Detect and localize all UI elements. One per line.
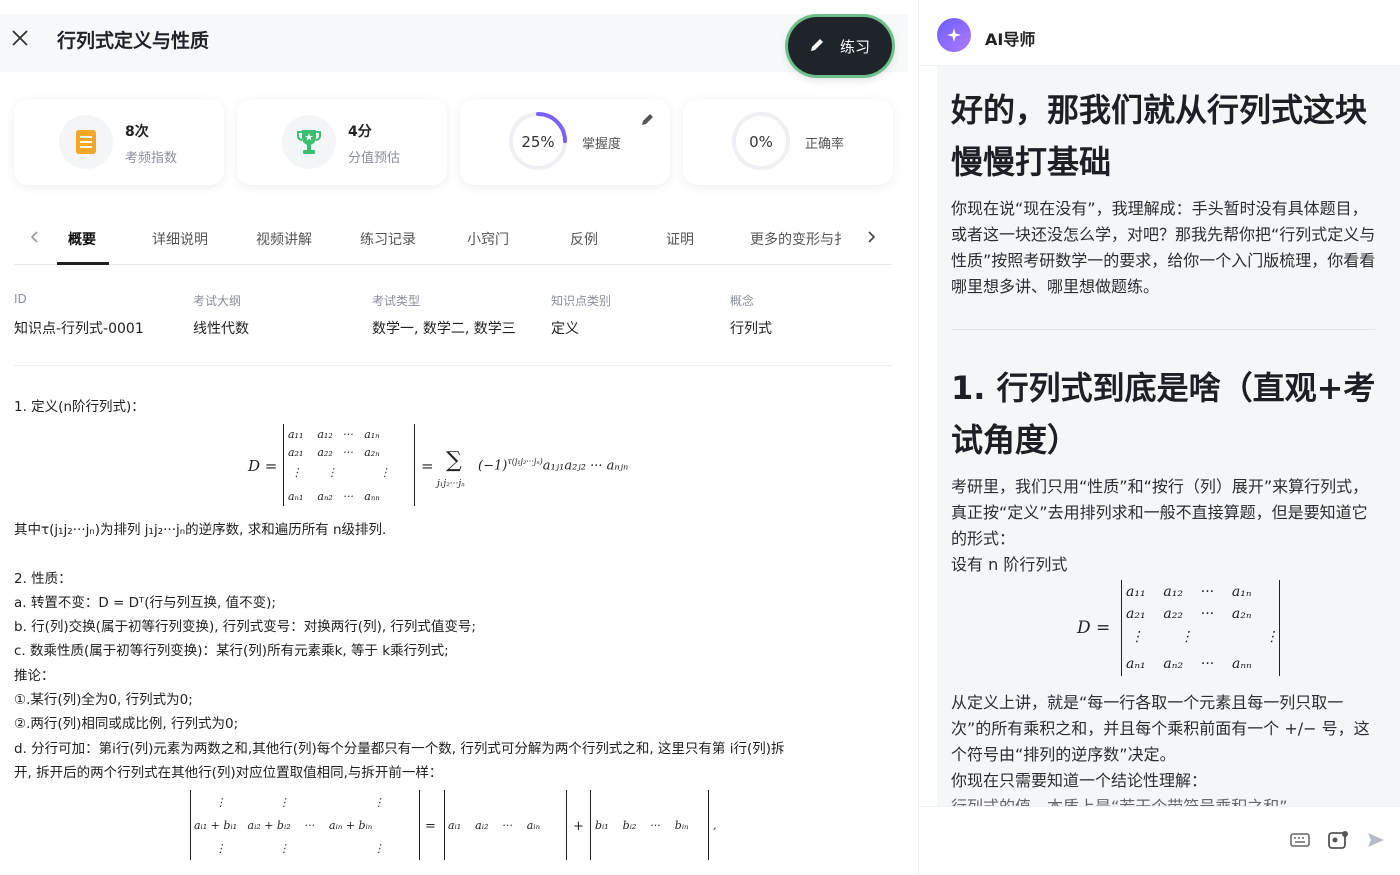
tab-practice-record[interactable]: 练习记录: [360, 229, 416, 249]
corollary-2: ②.两行(列)相同或成比例, 行列式为0;: [14, 716, 239, 732]
pencil-icon: [811, 39, 823, 51]
stat-card-accuracy: 0% 正确率: [683, 99, 893, 185]
tab-proof[interactable]: 证明: [666, 229, 694, 249]
property-c: c. 数乘性质(属于初等行列变换)：某行(列)所有元素乘k, 等于 k乘行列式;: [14, 643, 449, 659]
close-icon[interactable]: [10, 28, 30, 48]
ai-tutor-panel: AI导师 好的，那我们就从行列式这块慢慢打基础 你现在说“现在没有”，我理解成：…: [918, 0, 1400, 875]
tab-tips[interactable]: 小窍门: [467, 229, 509, 249]
chat-message: 好的，那我们就从行列式这块慢慢打基础 你现在说“现在没有”，我理解成：手头暂时没…: [937, 66, 1400, 806]
meta-value-exam-type: 数学一, 数学二, 数学三: [372, 321, 516, 337]
meta-value-concept: 行列式: [730, 321, 772, 337]
practice-button-label: 练习: [840, 38, 871, 56]
trophy-icon: [297, 130, 321, 154]
properties-title: 2. 性质：: [14, 571, 72, 587]
meta-key-syllabus: 考试大纲: [193, 294, 242, 308]
chat-paragraph-4: 你现在只需要知道一个结论性理解：: [951, 771, 1208, 790]
meta-key-id: ID: [14, 292, 27, 306]
tab-details[interactable]: 详细说明: [152, 229, 208, 249]
chat-paragraph-2: 考研里，我们只用“性质”和“按行（列）展开”来算行列式，真正按“定义”去用排列求…: [951, 477, 1369, 548]
meta-value-category: 定义: [551, 321, 579, 337]
tab-bar: 概要 详细说明 视频讲解 练习记录 小窍门 反例 证明 更多的变形与扌: [14, 218, 892, 265]
ai-tutor-header: AI导师: [919, 0, 1400, 66]
mastery-value: 25%: [521, 133, 555, 151]
image-upload-icon[interactable]: [1327, 829, 1349, 851]
score-label: 分值预估: [348, 151, 401, 166]
meta-key-exam-type: 考试类型: [372, 294, 421, 308]
tab-counterexample[interactable]: 反例: [570, 229, 598, 249]
chevron-left-icon[interactable]: [28, 230, 42, 244]
ai-tutor-name: AI导师: [985, 30, 1036, 49]
edit-pencil-icon[interactable]: [640, 111, 656, 127]
corollary-1: ①.某行(列)全为0, 行列式为0;: [14, 692, 193, 708]
meta-key-concept: 概念: [730, 294, 755, 308]
stat-card-frequency: 8次 考频指数: [14, 99, 224, 185]
meta-divider: [14, 365, 892, 366]
knowledge-panel: 行列式定义与性质 练习 8次 考频指数 4分 分值预估 25% 掌握度 0% 正…: [0, 0, 908, 875]
send-icon[interactable]: [1365, 829, 1387, 851]
chat-heading-1: 好的，那我们就从行列式这块慢慢打基础: [951, 91, 1368, 181]
property-d-line2: 开, 拆开后的两个行列式在其他行(列)对应位置取值相同,与拆开前一样：: [14, 765, 443, 781]
definition-title: 1. 定义(n阶行列式)：: [14, 399, 145, 415]
score-value: 4分: [348, 124, 372, 140]
definition-note: 其中τ(j₁j₂···jₙ)为排列 j₁j₂···jₙ的逆序数, 求和遍历所有 …: [14, 522, 387, 538]
tab-more-variants[interactable]: 更多的变形与扌: [750, 229, 853, 249]
property-d-line1: d. 分行可加：第i行(列)元素为两数之和,其他行(列)每个分量都只有一个数, …: [14, 741, 785, 757]
accuracy-value: 0%: [749, 133, 773, 151]
chat-heading-2: 1. 行列式到底是啥（直观+考试角度）: [951, 369, 1376, 459]
frequency-value: 8次: [125, 124, 149, 140]
chat-input-area[interactable]: [919, 806, 1400, 875]
keyboard-icon[interactable]: [1289, 829, 1311, 851]
accuracy-label: 正确率: [805, 137, 845, 152]
chat-paragraph-1: 你现在说“现在没有”，我理解成：手头暂时没有具体题目，或者这一块还没怎么学，对吧…: [951, 199, 1376, 296]
mastery-label: 掌握度: [582, 137, 622, 152]
active-tab-indicator: [57, 262, 109, 265]
tab-video[interactable]: 视频讲解: [256, 229, 312, 249]
property-a: a. 转置不变：D = Dᵀ(行与列互换, 值不变);: [14, 595, 276, 611]
chat-paragraph-3: 从定义上讲，就是“每一行各取一个元素且每一列只取一次”的所有乘积之和，并且每个乘…: [951, 693, 1370, 764]
chevron-right-icon[interactable]: [864, 230, 878, 244]
meta-value-syllabus: 线性代数: [193, 321, 249, 337]
chat-paragraph-5: 行列式的值，本质上是“若干个带符号乘积之和”: [951, 794, 1381, 806]
stat-card-score: 4分 分值预估: [237, 99, 447, 185]
frequency-label: 考频指数: [125, 151, 178, 166]
tab-overview[interactable]: 概要: [68, 229, 96, 249]
practice-button[interactable]: 练习: [788, 17, 892, 75]
stat-card-mastery: 25% 掌握度: [460, 99, 670, 185]
chat-paragraph-2b: 设有 n 阶行列式: [951, 555, 1068, 574]
meta-value-id: 知识点-行列式-0001: [14, 321, 144, 337]
corollary-title: 推论：: [14, 668, 55, 684]
chat-divider: [951, 329, 1375, 330]
property-b: b. 行(列)交换(属于初等行列变换), 行列式变号：对换两行(列), 行列式值…: [14, 619, 476, 635]
document-list-icon: [76, 130, 96, 154]
page-title: 行列式定义与性质: [57, 30, 210, 52]
sparkle-icon: [947, 28, 961, 42]
meta-key-category: 知识点类别: [551, 294, 612, 308]
